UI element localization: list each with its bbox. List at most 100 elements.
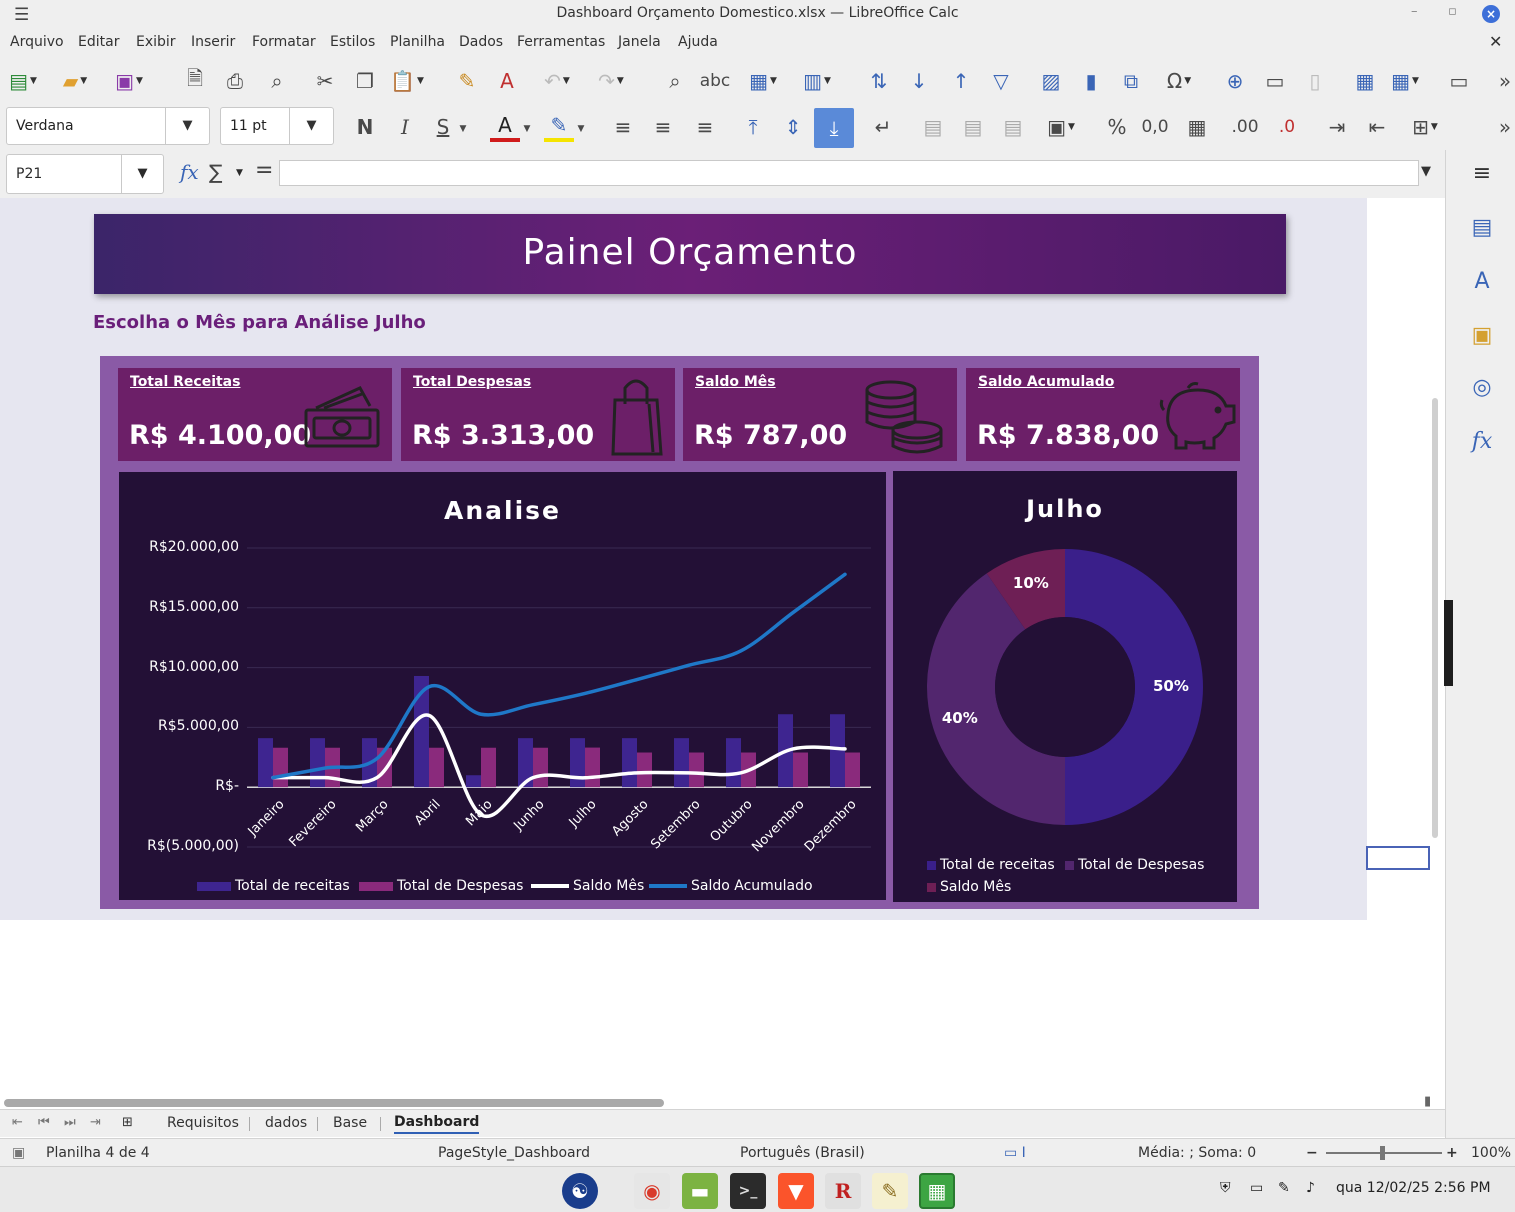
add-sheet-icon[interactable]: ⊞ [122,1115,133,1130]
menu-ferramentas[interactable]: Ferramentas [517,34,605,50]
redo-icon[interactable]: ↷ ▼ [596,66,626,96]
next-sheet-icon[interactable]: ⏭ [64,1115,76,1130]
insert-image-icon[interactable]: ▨ [1036,66,1066,96]
highlight-color-icon[interactable]: ✎ [544,112,574,142]
selection-mode-icon[interactable]: ▭ I [1004,1145,1026,1161]
tab-dados[interactable]: dados [265,1115,307,1131]
tab-requisitos[interactable]: Requisitos [167,1115,239,1131]
currency-format-icon[interactable]: ▣ ▼ [1046,112,1076,142]
export-pdf-icon[interactable]: 🗎 [180,66,210,96]
yin-yang-icon[interactable]: ☯ [562,1173,598,1209]
copy-icon[interactable]: ❐ [350,66,380,96]
print-preview-icon[interactable]: ⌕ [262,66,292,96]
formula-button[interactable]: = [255,158,273,183]
toolbar-overflow-icon[interactable]: » [1490,112,1515,142]
add-decimal-button[interactable]: .00 [1230,112,1260,142]
sort-descending-icon[interactable]: ↑ [946,66,976,96]
menu-estilos[interactable]: Estilos [330,34,375,50]
terminal-icon[interactable]: >_ [730,1173,766,1209]
italic-button[interactable]: I [390,112,420,142]
brave-icon[interactable]: ▼ [778,1173,814,1209]
chevron-down-icon[interactable]: ▼ [456,114,470,144]
font-size-combo[interactable]: 11 pt ▼ [220,107,334,145]
define-print-area-icon[interactable]: ▦ [1350,66,1380,96]
unmerge-cells-icon[interactable]: ▤ [998,112,1028,142]
wrap-text-icon[interactable]: ↵ [868,112,898,142]
merge-cells-icon[interactable]: ▤ [958,112,988,142]
number-format-button[interactable]: 0,0 [1140,112,1170,142]
autofilter-icon[interactable]: ▽ [986,66,1016,96]
menu-exibir[interactable]: Exibir [136,34,176,50]
display-icon[interactable]: ▭ [1250,1180,1263,1196]
formula-input[interactable] [279,160,1419,186]
window-close-button[interactable]: × [1482,5,1500,23]
menu-formatar[interactable]: Formatar [252,34,316,50]
new-document-icon[interactable]: ▤ ▼ [8,66,38,96]
functions-icon[interactable]: fx [1468,428,1496,456]
zoom-slider-thumb[interactable] [1380,1146,1385,1160]
properties-icon[interactable]: ▤ [1468,214,1496,242]
menu-planilha[interactable]: Planilha [390,34,445,50]
sum-summary[interactable]: Média: ; Soma: 0 [1138,1145,1256,1161]
analise-chart[interactable]: Analise R$20.000,00 R$15.000,00 R$10.000,0… [119,472,886,900]
clock[interactable]: qua 12/02/25 2:56 PM [1336,1180,1491,1196]
decrease-indent-icon[interactable]: ⇤ [1362,112,1392,142]
calc-icon[interactable]: ▦ [919,1173,955,1209]
menu-editar[interactable]: Editar [78,34,119,50]
center-vertically-icon[interactable]: ⇕ [778,112,808,142]
menu-ajuda[interactable]: Ajuda [678,34,718,50]
julho-chart[interactable]: Julho 50% 40% 10% Total de receitas Total … [893,471,1237,902]
toolbar-overflow-icon[interactable]: » [1490,66,1515,96]
undo-icon[interactable]: ↶ ▼ [542,66,572,96]
borders-icon[interactable]: ⊞ ▼ [1410,112,1440,142]
menu-inserir[interactable]: Inserir [191,34,235,50]
chevron-down-icon[interactable]: ▼ [289,108,333,144]
pivot-table-icon[interactable]: ⧉ [1116,66,1146,96]
save-icon[interactable]: ▣ ▼ [114,66,144,96]
expand-formula-icon[interactable]: ▼ [1421,164,1431,179]
chevron-down-icon[interactable]: ▼ [236,168,243,178]
function-wizard-button[interactable]: fx [180,160,199,184]
insert-chart-icon[interactable]: ▮ [1076,66,1106,96]
r-icon[interactable]: R [825,1173,861,1209]
header-footer-icon[interactable]: ▯ [1300,66,1330,96]
align-right-icon[interactable]: ≡ [690,112,720,142]
date-format-icon[interactable]: ▦ [1182,112,1212,142]
zoom-in-icon[interactable]: + [1446,1145,1458,1161]
volume-icon[interactable]: ♪ [1306,1180,1315,1196]
clone-formatting-icon[interactable]: ✎ [452,66,482,96]
page-style[interactable]: PageStyle_Dashboard [438,1145,590,1161]
name-box[interactable]: P21 ▼ [6,154,164,194]
last-sheet-icon[interactable]: ⇥ [90,1115,101,1130]
percent-format-button[interactable]: % [1102,112,1132,142]
font-color-button[interactable]: A [490,112,520,142]
find-replace-icon[interactable]: ⌕ [660,66,690,96]
paste-icon[interactable]: 📋 ▼ [390,66,424,96]
sort-icon[interactable]: ⇅ [864,66,894,96]
tab-base[interactable]: Base [333,1115,367,1131]
hyperlink-icon[interactable]: ⊕ [1220,66,1250,96]
increase-indent-icon[interactable]: ⇥ [1322,112,1352,142]
shield-icon[interactable]: ⛨ [1220,1180,1231,1196]
print-icon[interactable]: ⎙ [220,66,250,96]
document-close-icon[interactable]: ✕ [1489,32,1502,51]
chevron-down-icon[interactable]: ▼ [121,155,163,193]
menu-arquivo[interactable]: Arquivo [10,34,64,50]
tab-dashboard[interactable]: Dashboard [394,1114,480,1134]
comment-icon[interactable]: ▭ [1260,66,1290,96]
bold-button[interactable]: N [350,112,380,142]
align-bottom-icon[interactable]: ⤓ [814,108,854,148]
zoom-level[interactable]: 100% [1471,1145,1511,1161]
split-window-icon[interactable]: ▭ [1444,66,1474,96]
underline-button[interactable]: S [428,112,458,142]
selected-cell[interactable] [1366,846,1430,870]
spelling-icon[interactable]: abc [700,66,731,96]
font-name-combo[interactable]: Verdana ▼ [6,107,210,145]
editor-icon[interactable]: ✎ [872,1173,908,1209]
gallery-icon[interactable]: ▣ [1468,322,1496,350]
scroll-end-icon[interactable]: ▮ [1424,1094,1431,1109]
merge-center-icon[interactable]: ▤ [918,112,948,142]
chrome-icon[interactable]: ◉ [634,1173,670,1209]
pen-icon[interactable]: ✎ [1278,1180,1290,1196]
minimize-button[interactable]: – [1411,4,1418,19]
